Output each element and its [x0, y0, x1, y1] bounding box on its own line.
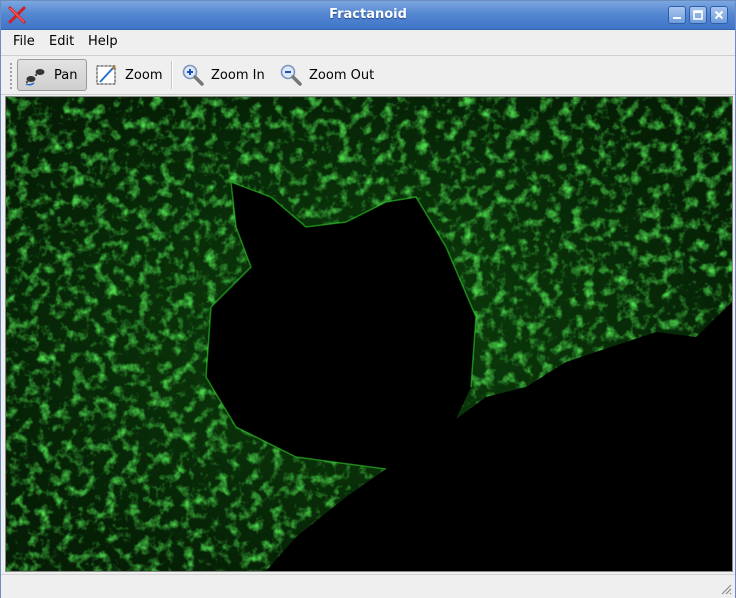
- tool-bar: Pan Zoom Zoom In Zoom Out: [1, 56, 735, 95]
- pan-icon: [25, 69, 45, 86]
- menu-file[interactable]: File: [13, 34, 35, 49]
- zoom-button[interactable]: Zoom: [89, 59, 168, 91]
- menu-help-label: Help: [88, 34, 118, 49]
- app-window: Fractanoid File Edit Help Pan Zoom Zoom …: [0, 0, 736, 598]
- close-button[interactable]: [710, 6, 728, 24]
- close-icon: [714, 10, 724, 20]
- pan-label: Pan: [54, 67, 78, 83]
- fractal-render: [6, 97, 732, 571]
- fractal-canvas[interactable]: [5, 96, 733, 572]
- toolbar-separator: [171, 61, 173, 89]
- maximize-button[interactable]: [689, 6, 707, 24]
- status-bar: [1, 574, 735, 598]
- window-title: Fractanoid: [329, 7, 407, 22]
- zoom-in-label: Zoom In: [211, 67, 265, 83]
- menu-edit-label: Edit: [49, 34, 75, 49]
- zoom-out-button[interactable]: Zoom Out: [273, 59, 380, 91]
- menu-file-label: File: [13, 34, 35, 49]
- zoom-label: Zoom: [125, 67, 163, 83]
- pan-button[interactable]: Pan: [17, 59, 87, 91]
- menu-bar: File Edit Help: [1, 30, 735, 56]
- menu-help[interactable]: Help: [88, 34, 118, 49]
- title-bar[interactable]: Fractanoid: [1, 1, 735, 30]
- zoom-in-icon: [182, 64, 204, 86]
- menu-edit[interactable]: Edit: [49, 34, 74, 49]
- toolbar-grip[interactable]: [9, 62, 13, 90]
- maximize-icon: [693, 10, 703, 20]
- zoom-out-icon: [280, 64, 302, 86]
- zoom-out-label: Zoom Out: [309, 67, 375, 83]
- minimize-icon: [673, 17, 681, 19]
- minimize-button[interactable]: [668, 6, 686, 24]
- resize-grip-icon[interactable]: [720, 583, 732, 595]
- zoom-rect-icon: [96, 65, 116, 85]
- zoom-in-button[interactable]: Zoom In: [175, 59, 271, 91]
